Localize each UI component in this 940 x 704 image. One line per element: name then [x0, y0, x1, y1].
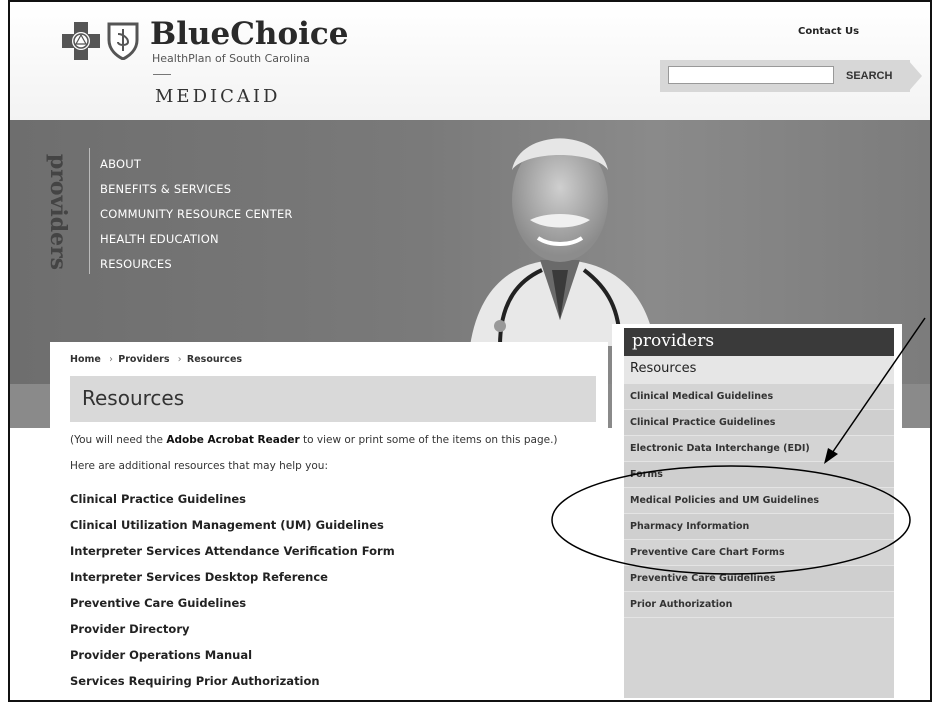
breadcrumb-providers[interactable]: Providers	[118, 354, 169, 365]
blue-shield-logo-icon[interactable]	[106, 20, 140, 60]
nav-health-education[interactable]: HEALTH EDUCATION	[100, 227, 293, 252]
sidebar-subheading: Resources	[624, 356, 894, 384]
sidebar-item-clinical-medical-guidelines[interactable]: Clinical Medical Guidelines	[624, 384, 894, 410]
contact-us-link[interactable]: Contact Us	[798, 26, 859, 37]
resource-links: Clinical Practice Guidelines Clinical Ut…	[70, 486, 395, 694]
page-title: Resources	[82, 386, 185, 410]
sidebar-item-clinical-practice-guidelines[interactable]: Clinical Practice Guidelines	[624, 410, 894, 436]
site-header: BlueChoice HealthPlan of South Carolina …	[10, 2, 930, 120]
sidebar-item-prior-authorization[interactable]: Prior Authorization	[624, 592, 894, 618]
brand-divider	[153, 74, 171, 75]
nav-divider	[89, 148, 90, 274]
breadcrumb: Home › Providers › Resources	[70, 354, 244, 365]
link-services-prior-authorization[interactable]: Services Requiring Prior Authorization	[70, 668, 395, 694]
search-bar-arrow	[908, 60, 922, 92]
acrobat-reader-link[interactable]: Adobe Acrobat Reader	[166, 434, 299, 446]
sidebar-item-edi[interactable]: Electronic Data Interchange (EDI)	[624, 436, 894, 462]
breadcrumb-separator: ›	[177, 354, 182, 365]
sidebar-heading: providers	[624, 328, 894, 356]
providers-vertical-label: providers	[45, 153, 71, 271]
note-suffix: to view or print some of the items on th…	[299, 434, 558, 446]
sidebar-item-preventive-care-guidelines[interactable]: Preventive Care Guidelines	[624, 566, 894, 592]
link-provider-directory[interactable]: Provider Directory	[70, 616, 395, 642]
link-clinical-um-guidelines[interactable]: Clinical Utilization Management (UM) Gui…	[70, 512, 395, 538]
nav-benefits-services[interactable]: BENEFITS & SERVICES	[100, 177, 293, 202]
breadcrumb-home[interactable]: Home	[70, 354, 101, 365]
blue-cross-logo-icon[interactable]	[62, 22, 100, 60]
link-interpreter-attendance-form[interactable]: Interpreter Services Attendance Verifica…	[70, 538, 395, 564]
brand-tagline: HealthPlan of South Carolina	[152, 52, 310, 65]
sidebar-item-pharmacy-information[interactable]: Pharmacy Information	[624, 514, 894, 540]
search-button[interactable]: SEARCH	[842, 66, 896, 86]
sidebar-item-medical-policies[interactable]: Medical Policies and UM Guidelines	[624, 488, 894, 514]
brand-name[interactable]: BlueChoice	[150, 16, 349, 52]
link-interpreter-desktop-reference[interactable]: Interpreter Services Desktop Reference	[70, 564, 395, 590]
sidebar-subheading-text: Resources	[630, 361, 697, 376]
browser-page: BlueChoice HealthPlan of South Carolina …	[8, 0, 932, 702]
link-preventive-care-guidelines[interactable]: Preventive Care Guidelines	[70, 590, 395, 616]
sidebar-item-preventive-care-chart-forms[interactable]: Preventive Care Chart Forms	[624, 540, 894, 566]
note-prefix: (You will need the	[70, 434, 167, 446]
sidebar-heading-text: providers	[632, 331, 715, 351]
search-input[interactable]	[668, 66, 834, 84]
main-content: Home › Providers › Resources Resources (…	[50, 342, 608, 700]
main-nav: ABOUT BENEFITS & SERVICES COMMUNITY RESO…	[100, 152, 293, 277]
sidebar-menu: Clinical Medical Guidelines Clinical Pra…	[624, 384, 894, 698]
nav-about[interactable]: ABOUT	[100, 152, 293, 177]
breadcrumb-separator: ›	[109, 354, 113, 365]
intro-text: Here are additional resources that may h…	[70, 460, 329, 472]
nav-resources[interactable]: RESOURCES	[100, 252, 293, 277]
acrobat-note: (You will need the Adobe Acrobat Reader …	[70, 434, 558, 446]
page-title-box: Resources	[70, 376, 596, 422]
link-clinical-practice-guidelines[interactable]: Clinical Practice Guidelines	[70, 486, 395, 512]
link-provider-operations-manual[interactable]: Provider Operations Manual	[70, 642, 395, 668]
breadcrumb-current: Resources	[186, 354, 243, 365]
sidebar-item-forms[interactable]: Forms	[624, 462, 894, 488]
doctor-photo	[470, 138, 655, 346]
nav-community-resource-center[interactable]: COMMUNITY RESOURCE CENTER	[100, 202, 293, 227]
program-name: MEDICAID	[155, 86, 281, 107]
sidebar: providers Resources Clinical Medical Gui…	[612, 324, 902, 700]
